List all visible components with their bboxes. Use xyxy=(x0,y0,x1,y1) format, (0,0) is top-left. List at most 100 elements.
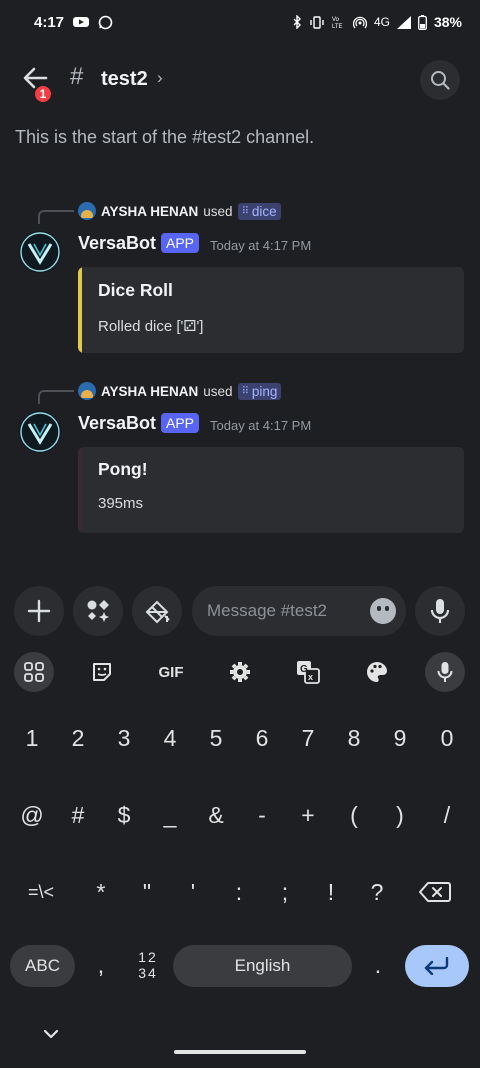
abc-key[interactable]: ABC xyxy=(10,945,75,987)
key-double-quote[interactable]: " xyxy=(124,867,170,917)
bot-name[interactable]: VersaBot xyxy=(78,233,156,254)
unread-badge: 1 xyxy=(33,84,53,104)
enter-icon xyxy=(424,957,449,975)
app-tag: APP xyxy=(161,413,200,433)
search-button[interactable] xyxy=(420,60,460,100)
keyboard-mic-button[interactable] xyxy=(425,652,465,692)
settings-icon xyxy=(230,662,250,682)
channel-hash: # xyxy=(70,63,84,90)
period-key[interactable]: . xyxy=(355,940,401,990)
key-6[interactable]: 6 xyxy=(239,713,285,763)
sticker-button[interactable] xyxy=(82,652,122,692)
bot-avatar[interactable] xyxy=(19,231,61,273)
command-icon: ⠿ xyxy=(241,205,249,217)
key-colon[interactable]: : xyxy=(216,867,262,917)
comma-key[interactable]: , xyxy=(78,940,124,990)
user-name: AYSHA HENAN xyxy=(101,203,199,219)
palette-icon xyxy=(367,662,387,682)
key-underscore[interactable]: _ xyxy=(147,790,193,840)
apps-icon xyxy=(87,600,109,622)
channel-title[interactable]: test2 xyxy=(101,68,148,91)
key-more-symbols[interactable]: =\< xyxy=(18,867,64,917)
keyboard-apps-button[interactable] xyxy=(14,652,54,692)
key-1[interactable]: 1 xyxy=(9,713,55,763)
message-timestamp: Today at 4:17 PM xyxy=(210,238,312,253)
key-2[interactable]: 2 xyxy=(55,713,101,763)
enter-key[interactable] xyxy=(405,945,469,987)
key-8[interactable]: 8 xyxy=(331,713,377,763)
theme-button[interactable] xyxy=(357,652,397,692)
emoji-icon[interactable] xyxy=(370,598,396,624)
gift-icon xyxy=(145,600,170,624)
signal-icon xyxy=(396,15,411,29)
key-3[interactable]: 3 xyxy=(101,713,147,763)
app-tag: APP xyxy=(161,233,200,253)
used-text: used xyxy=(203,203,233,219)
key-9[interactable]: 9 xyxy=(377,713,423,763)
command-icon: ⠿ xyxy=(241,385,249,397)
whatsapp-icon xyxy=(98,15,113,29)
command-usage[interactable]: AYSHA HENAN used ⠿ ping xyxy=(78,382,282,400)
key-slash[interactable]: / xyxy=(424,790,470,840)
key-single-quote[interactable]: ' xyxy=(170,867,216,917)
attach-button[interactable] xyxy=(14,586,64,636)
status-bar: 4:17 Vo LTE 4G 38% xyxy=(0,0,480,44)
channel-start-text: This is the start of the #test2 channel. xyxy=(15,127,315,147)
message-input[interactable]: Message #test2 xyxy=(192,586,406,636)
embed-accent-bar xyxy=(78,447,82,533)
key-asterisk[interactable]: * xyxy=(78,867,124,917)
command-usage[interactable]: AYSHA HENAN used ⠿ dice xyxy=(78,202,281,220)
key-ampersand[interactable]: & xyxy=(193,790,239,840)
bot-name[interactable]: VersaBot xyxy=(78,413,156,434)
key-7[interactable]: 7 xyxy=(285,713,331,763)
key-minus[interactable]: - xyxy=(239,790,285,840)
embed-description: Rolled dice ['⚂'] xyxy=(98,318,204,335)
user-avatar xyxy=(78,202,96,220)
gif-button[interactable]: GIF xyxy=(151,652,191,692)
key-semicolon[interactable]: ; xyxy=(262,867,308,917)
battery-percent: 38% xyxy=(433,14,462,30)
numbers-key[interactable]: 12 34 xyxy=(128,942,168,988)
svg-text:x: x xyxy=(308,672,313,682)
volte-icon: VoLTE xyxy=(332,17,343,29)
home-indicator[interactable] xyxy=(174,1050,306,1054)
key-hash[interactable]: # xyxy=(55,790,101,840)
backspace-icon xyxy=(419,882,451,902)
command-name: dice xyxy=(251,203,277,219)
network-type: 4G xyxy=(373,15,390,29)
command-pill[interactable]: ⠿ ping xyxy=(237,382,282,400)
command-pill[interactable]: ⠿ dice xyxy=(237,202,281,220)
key-4[interactable]: 4 xyxy=(147,713,193,763)
key-plus[interactable]: + xyxy=(285,790,331,840)
key-open-paren[interactable]: ( xyxy=(331,790,377,840)
channel-chevron[interactable]: › xyxy=(157,68,163,88)
channel-header: 1 # test2 › xyxy=(0,52,480,108)
plus-icon xyxy=(27,599,51,623)
embed-title: Pong! xyxy=(98,459,148,479)
bot-avatar[interactable] xyxy=(19,411,61,453)
hide-keyboard-icon[interactable] xyxy=(43,1029,59,1039)
voice-button[interactable] xyxy=(415,586,465,636)
versabot-logo-icon xyxy=(20,412,60,452)
backspace-key[interactable] xyxy=(412,867,458,917)
gift-button[interactable] xyxy=(132,586,182,636)
key-5[interactable]: 5 xyxy=(193,713,239,763)
search-icon xyxy=(431,71,450,90)
key-question[interactable]: ? xyxy=(354,867,400,917)
settings-button[interactable] xyxy=(220,652,260,692)
mic-icon xyxy=(430,599,450,623)
key-close-paren[interactable]: ) xyxy=(377,790,423,840)
message-timestamp: Today at 4:17 PM xyxy=(210,418,312,433)
translate-button[interactable]: Gx xyxy=(288,652,328,692)
key-at[interactable]: @ xyxy=(9,790,55,840)
back-button[interactable]: 1 xyxy=(16,62,56,104)
message-composer: Message #test2 xyxy=(0,586,480,636)
embed-card: Pong! 395ms xyxy=(78,447,464,533)
apps-button[interactable] xyxy=(73,586,123,636)
user-name: AYSHA HENAN xyxy=(101,383,199,399)
key-dollar[interactable]: $ xyxy=(101,790,147,840)
space-key[interactable]: English xyxy=(173,945,352,987)
key-exclamation[interactable]: ! xyxy=(308,867,354,917)
key-0[interactable]: 0 xyxy=(424,713,470,763)
reply-connector xyxy=(38,390,74,404)
